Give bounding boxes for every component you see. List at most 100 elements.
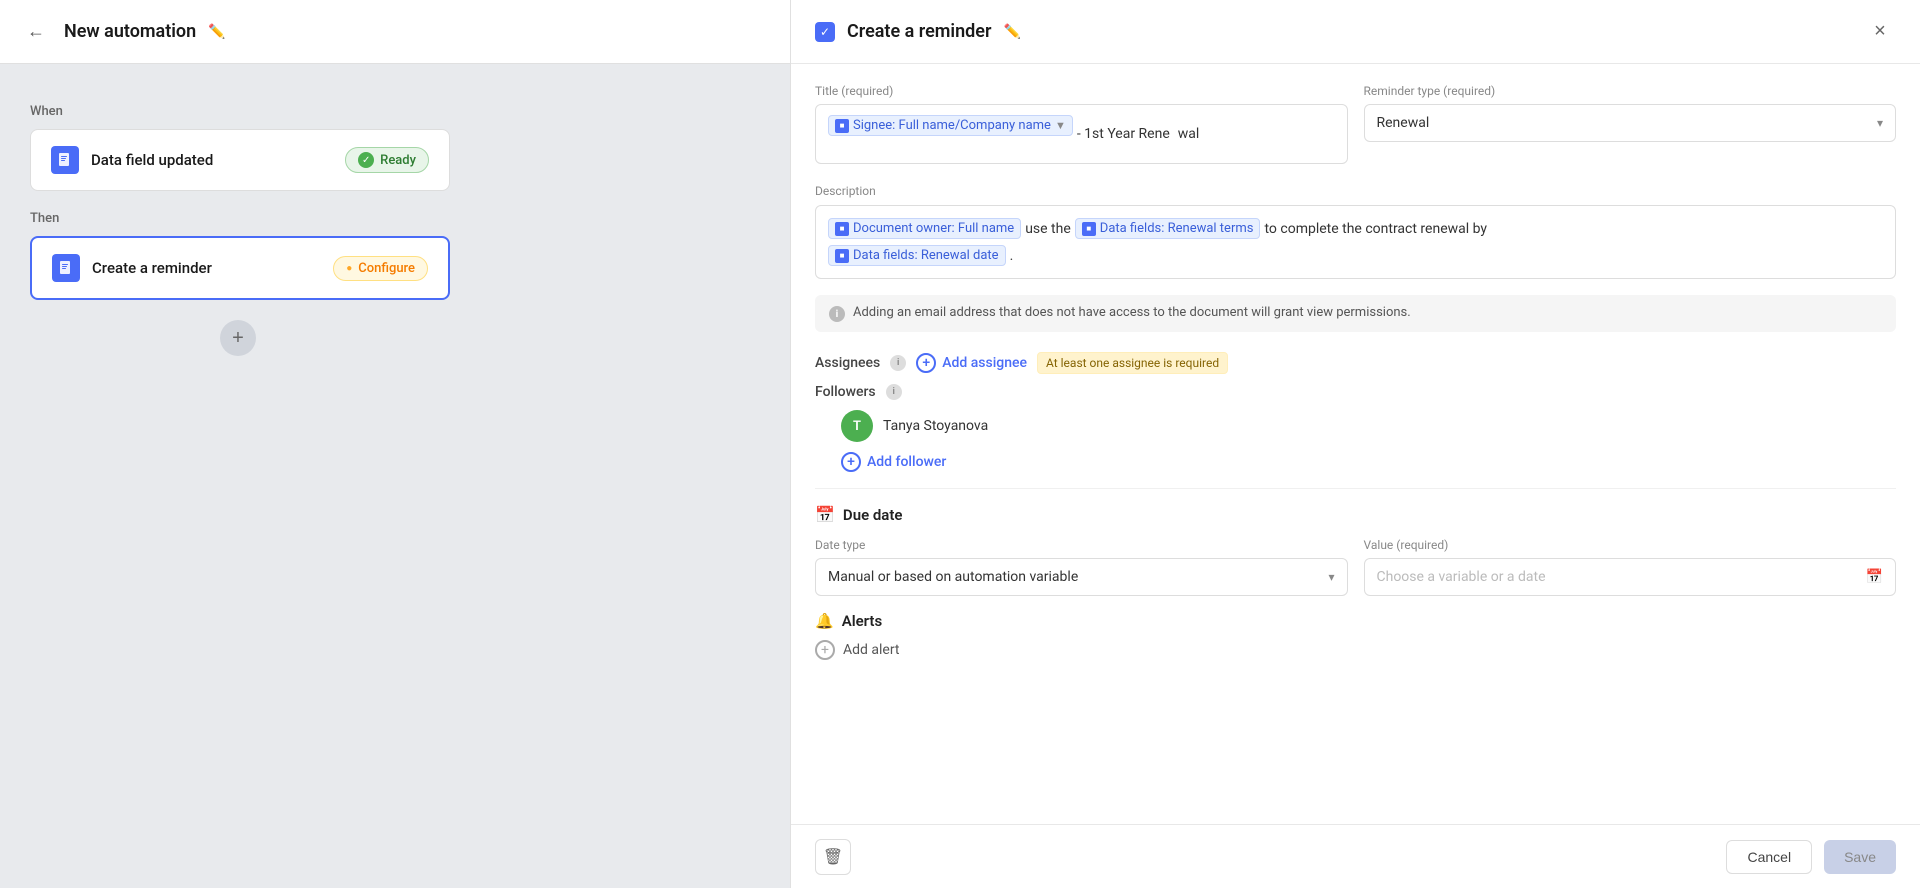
- top-bar: ← New automation ✏️: [0, 0, 790, 64]
- add-alert-plus-icon: +: [815, 640, 835, 660]
- reminder-type-label: Reminder type (required): [1364, 84, 1897, 98]
- follower-avatar: T: [841, 410, 873, 442]
- panel-footer: 🗑 Cancel Save: [791, 824, 1920, 888]
- panel-checkbox[interactable]: ✓: [815, 22, 835, 42]
- close-button[interactable]: ×: [1864, 16, 1896, 48]
- footer-right: Cancel Save: [1726, 840, 1896, 874]
- reminder-type-select[interactable]: Renewal ▾: [1364, 104, 1897, 142]
- value-placeholder: Choose a variable or a date: [1377, 569, 1546, 585]
- automation-title: New automation: [64, 21, 196, 42]
- required-badge: At least one assignee is required: [1037, 352, 1228, 374]
- alerts-label: Alerts: [842, 612, 883, 630]
- due-date-label: Due date: [843, 506, 903, 524]
- info-text: Adding an email address that does not ha…: [853, 305, 1411, 320]
- due-date-header: 📅 Due date: [815, 505, 1896, 524]
- save-button[interactable]: Save: [1824, 840, 1896, 874]
- trigger-doc-icon: [51, 146, 79, 174]
- back-button[interactable]: ←: [20, 16, 52, 48]
- add-follower-label: Add follower: [867, 454, 946, 470]
- ready-badge: Ready: [345, 147, 429, 173]
- reminder-type-arrow: ▾: [1877, 116, 1883, 130]
- title-continuation-text: wal: [1178, 126, 1200, 142]
- renewal-date-text: Data fields: Renewal date: [853, 248, 999, 263]
- doc-owner-chip[interactable]: ■ Document owner: Full name: [828, 218, 1021, 239]
- trigger-card: Data field updated Ready: [30, 129, 450, 191]
- assignees-info-icon[interactable]: i: [890, 355, 906, 371]
- value-group: Value (required) Choose a variable or a …: [1364, 538, 1897, 596]
- title-reminder-row: Title (required) ■ Signee: Full name/Com…: [815, 84, 1896, 164]
- followers-label: Followers: [815, 384, 876, 400]
- renewal-date-chip[interactable]: ■ Data fields: Renewal date: [828, 245, 1006, 266]
- action-card[interactable]: Create a reminder Configure: [30, 236, 450, 300]
- trigger-name: Data field updated: [91, 151, 213, 169]
- follower-user-row: T Tanya Stoyanova: [841, 410, 1896, 442]
- description-label: Description: [815, 184, 876, 198]
- trigger-left: Data field updated: [51, 146, 213, 174]
- panel-header-left: ✓ Create a reminder ✏️: [815, 21, 1021, 42]
- panel-body: Title (required) ■ Signee: Full name/Com…: [791, 64, 1920, 824]
- delete-button[interactable]: 🗑: [815, 839, 851, 875]
- panel-header: ✓ Create a reminder ✏️ ×: [791, 0, 1920, 64]
- followers-info-icon[interactable]: i: [886, 384, 902, 400]
- assignees-row: Assignees i + Add assignee At least one …: [815, 352, 1896, 374]
- date-type-label: Date type: [815, 538, 1348, 552]
- value-label: Value (required): [1364, 538, 1897, 552]
- add-assignee-button[interactable]: + Add assignee: [916, 353, 1027, 373]
- description-section: Description ■ Document owner: Full name …: [815, 180, 1896, 279]
- data-fields-text: Data fields: Renewal terms: [1100, 221, 1254, 236]
- left-panel: ← New automation ✏️ When Data field upda…: [0, 0, 790, 888]
- followers-row: Followers i: [815, 384, 1896, 400]
- desc-line-2: ■ Data fields: Renewal date .: [828, 245, 1883, 266]
- edit-title-icon[interactable]: ✏️: [208, 24, 225, 40]
- add-step-button[interactable]: +: [220, 320, 256, 356]
- panel-title: Create a reminder: [847, 21, 991, 42]
- date-type-row: Date type Manual or based on automation …: [815, 538, 1896, 596]
- data-fields-icon: ■: [1082, 222, 1096, 236]
- reminder-type-group: Reminder type (required) Renewal ▾: [1364, 84, 1897, 164]
- chip-filter-icon: ▼: [1055, 119, 1066, 132]
- alerts-header: 🔔 Alerts: [815, 612, 1896, 630]
- desc-use-the: use the: [1025, 221, 1071, 237]
- date-type-arrow: ▾: [1328, 570, 1334, 584]
- desc-period: .: [1010, 248, 1014, 264]
- doc-owner-icon: ■: [835, 222, 849, 236]
- description-box[interactable]: ■ Document owner: Full name use the ■ Da…: [815, 205, 1896, 279]
- renewal-date-icon: ■: [835, 249, 849, 263]
- title-group: Title (required) ■ Signee: Full name/Com…: [815, 84, 1348, 164]
- date-type-value: Manual or based on automation variable: [828, 569, 1078, 585]
- chip-doc-icon: ■: [835, 119, 849, 133]
- add-alert-button[interactable]: + Add alert: [815, 640, 1896, 660]
- add-follower-button[interactable]: + Add follower: [841, 452, 946, 472]
- divider-1: [815, 488, 1896, 489]
- date-type-select[interactable]: Manual or based on automation variable ▾: [815, 558, 1348, 596]
- canvas-area: When Data field updated Ready Then Creat…: [0, 64, 790, 396]
- reminder-type-value: Renewal: [1377, 115, 1430, 131]
- desc-to-complete: to complete the contract renewal by: [1264, 221, 1487, 237]
- info-notice: i Adding an email address that does not …: [815, 295, 1896, 332]
- when-label: When: [30, 104, 760, 119]
- doc-owner-text: Document owner: Full name: [853, 221, 1014, 236]
- bell-icon: 🔔: [815, 612, 834, 630]
- cancel-button[interactable]: Cancel: [1726, 840, 1812, 874]
- title-input[interactable]: ■ Signee: Full name/Company name ▼ - 1st…: [815, 104, 1348, 164]
- right-panel: ✓ Create a reminder ✏️ × Title (required…: [790, 0, 1920, 888]
- action-name: Create a reminder: [92, 259, 212, 277]
- add-alert-label: Add alert: [843, 642, 900, 658]
- configure-badge: Configure: [333, 256, 428, 281]
- panel-edit-icon[interactable]: ✏️: [1003, 24, 1020, 40]
- assignees-label: Assignees: [815, 355, 880, 371]
- then-label: Then: [30, 211, 760, 226]
- info-icon: i: [829, 306, 845, 322]
- value-input[interactable]: Choose a variable or a date 📅: [1364, 558, 1897, 596]
- data-fields-chip[interactable]: ■ Data fields: Renewal terms: [1075, 218, 1261, 239]
- title-label: Title (required): [815, 84, 1348, 98]
- calendar-icon: 📅: [815, 505, 835, 524]
- value-calendar-icon: 📅: [1866, 569, 1883, 585]
- chip-text: Signee: Full name/Company name: [853, 118, 1051, 133]
- add-follower-plus-icon: +: [841, 452, 861, 472]
- signee-chip[interactable]: ■ Signee: Full name/Company name ▼: [828, 115, 1073, 136]
- title-separator-text: - 1st Year Rene: [1077, 126, 1170, 142]
- follower-name: Tanya Stoyanova: [883, 418, 988, 434]
- add-follower-row: + Add follower: [841, 452, 1896, 472]
- desc-line-1: ■ Document owner: Full name use the ■ Da…: [828, 218, 1883, 239]
